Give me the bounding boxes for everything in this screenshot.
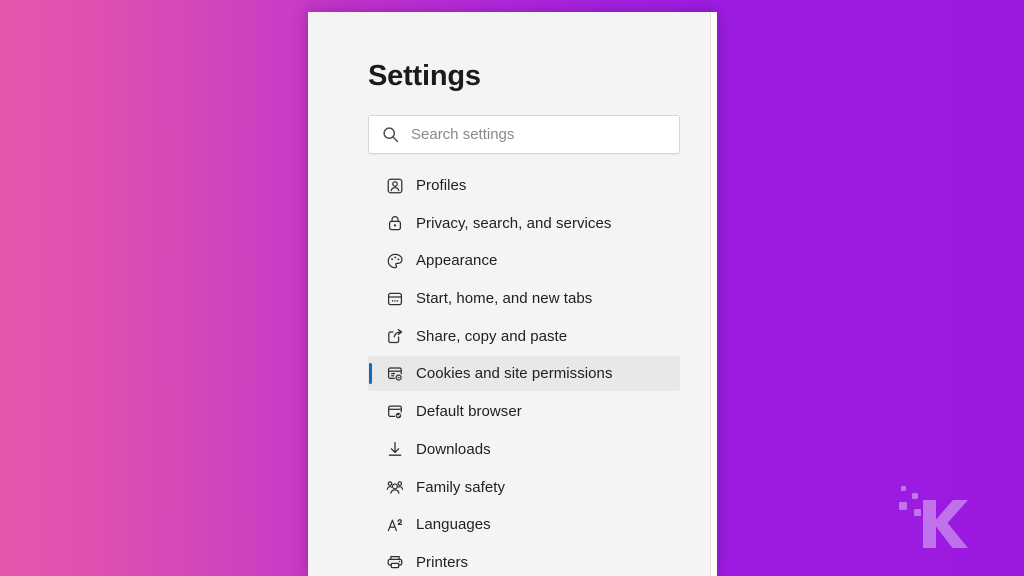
default-browser-icon <box>386 403 414 421</box>
printer-icon <box>386 553 414 571</box>
sidebar-item-downloads[interactable]: Downloads <box>368 432 680 467</box>
profile-card-icon <box>386 177 414 195</box>
sidebar-item-printers[interactable]: Printers <box>368 545 680 576</box>
download-arrow-icon <box>386 440 414 458</box>
settings-nav-list: Profiles Privacy, search, and services <box>368 168 680 576</box>
sidebar-item-share-copy-paste[interactable]: Share, copy and paste <box>368 319 680 354</box>
sidebar-item-family-safety[interactable]: Family safety <box>368 470 680 505</box>
selection-accent-bar <box>369 213 372 234</box>
settings-panel: Settings Profiles <box>308 12 717 576</box>
sidebar-item-label: Languages <box>414 517 491 532</box>
people-group-icon <box>386 478 414 496</box>
sidebar-item-default-browser[interactable]: Default browser <box>368 394 680 429</box>
sidebar-item-label: Default browser <box>414 404 522 419</box>
sidebar-item-cookies-and-site-permissions[interactable]: Cookies and site permissions <box>368 356 680 391</box>
sidebar-item-label: Profiles <box>414 178 466 193</box>
sidebar-item-label: Start, home, and new tabs <box>414 291 592 306</box>
sidebar-item-label: Cookies and site permissions <box>414 366 613 381</box>
selection-accent-bar <box>369 175 372 196</box>
search-icon <box>369 126 411 143</box>
sidebar-item-label: Printers <box>414 555 468 570</box>
selection-accent-bar <box>369 250 372 271</box>
sidebar-item-privacy-search-services[interactable]: Privacy, search, and services <box>368 206 680 241</box>
sidebar-item-languages[interactable]: Languages <box>368 507 680 542</box>
sidebar-item-label: Family safety <box>414 480 505 495</box>
language-a-icon <box>386 516 414 534</box>
sidebar-item-label: Appearance <box>414 253 497 268</box>
sidebar-item-label: Downloads <box>414 442 491 457</box>
share-icon <box>386 327 414 345</box>
sidebar-item-appearance[interactable]: Appearance <box>368 243 680 278</box>
selection-accent-bar <box>369 439 372 460</box>
search-settings-box[interactable] <box>368 115 680 154</box>
lock-icon <box>386 214 414 232</box>
sidebar-item-label: Share, copy and paste <box>414 329 567 344</box>
browser-window-icon <box>386 290 414 308</box>
selection-accent-bar <box>369 552 372 573</box>
palette-icon <box>386 252 414 270</box>
search-input[interactable] <box>411 126 679 143</box>
selection-accent-bar <box>369 288 372 309</box>
selection-accent-bar <box>369 477 372 498</box>
kn-watermark-logo <box>895 478 973 550</box>
panel-divider <box>710 12 717 576</box>
sidebar-item-start-home-new-tabs[interactable]: Start, home, and new tabs <box>368 281 680 316</box>
cookie-settings-icon <box>386 365 414 383</box>
sidebar-item-label: Privacy, search, and services <box>414 216 611 231</box>
selection-accent-bar <box>369 401 372 422</box>
selection-accent-bar <box>369 326 372 347</box>
selection-accent-bar <box>369 514 372 535</box>
page-title: Settings <box>368 62 481 91</box>
sidebar-item-profiles[interactable]: Profiles <box>368 168 680 203</box>
selection-accent-bar <box>369 363 372 384</box>
